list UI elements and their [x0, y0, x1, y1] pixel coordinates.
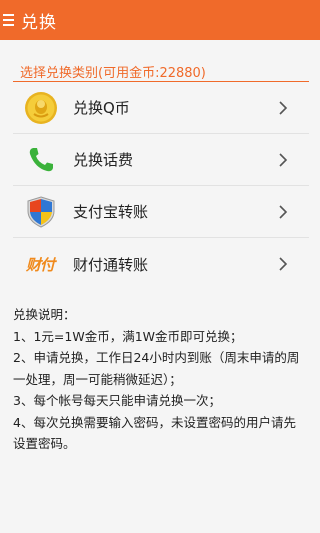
instruction-item: 2、申请兑换，工作日24小时内到账（周末申请的周一处理，周一可能稍微延迟）；: [13, 350, 300, 387]
exchange-options-list: 兑换Q币 兑换话费 支付宝转账 财 付 财付通转账: [13, 82, 309, 290]
tenpay-logo-icon: 财 付: [23, 246, 59, 282]
svg-text:付: 付: [40, 256, 57, 274]
instruction-item: 1、1元=1W金币，满1W金币即可兑换；: [13, 328, 243, 344]
exchange-instructions: 兑换说明： 1、1元=1W金币，满1W金币即可兑换； 2、申请兑换，工作日24小…: [13, 304, 307, 455]
chevron-right-icon: [279, 101, 288, 115]
chevron-right-icon: [279, 257, 288, 271]
instruction-item: 3、每个帐号每天只能申请兑换一次；: [13, 393, 221, 408]
option-tenpay-transfer[interactable]: 财 付 财付通转账: [13, 238, 309, 290]
option-label: 财付通转账: [73, 255, 149, 274]
option-label: 支付宝转账: [73, 203, 149, 221]
hamburger-menu-icon[interactable]: [3, 0, 17, 40]
chevron-right-icon: [279, 205, 288, 219]
option-exchange-phone-credit[interactable]: 兑换话费: [13, 134, 309, 186]
instruction-item: 4、每次兑换需要输入密码，未设置密码的用户请先设置密码。: [13, 414, 296, 452]
option-alipay-transfer[interactable]: 支付宝转账: [13, 186, 309, 238]
page-title: 兑换: [21, 12, 57, 33]
qq-coin-icon: [23, 90, 59, 126]
section-label: 选择兑换类别(可用金币:22880): [20, 66, 206, 81]
option-exchange-qcoin[interactable]: 兑换Q币: [13, 82, 309, 134]
option-label: 兑换Q币: [73, 99, 130, 117]
shield-windows-icon: [23, 194, 59, 230]
option-label: 兑换话费: [73, 151, 134, 169]
chevron-right-icon: [279, 153, 288, 167]
instructions-title: 兑换说明：: [13, 307, 76, 322]
top-app-bar: 兑换: [0, 0, 320, 40]
phone-handset-icon: [23, 142, 59, 178]
